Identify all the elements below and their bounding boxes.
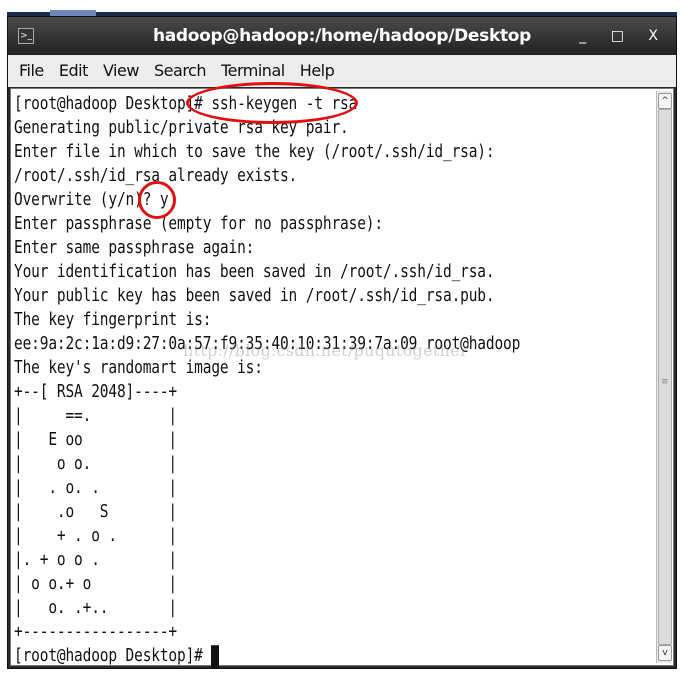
menu-bar: File Edit View Search Terminal Help: [8, 55, 676, 87]
cursor: [211, 644, 220, 668]
prompt-line[interactable]: [root@hadoop Desktop]#: [14, 642, 520, 671]
scrollbar[interactable]: ^ v: [656, 91, 672, 663]
scroll-up-icon[interactable]: ^: [658, 93, 672, 109]
title-bar[interactable]: >_ hadoop@hadoop:/home/hadoop/Desktop _ …: [8, 17, 676, 55]
menu-edit[interactable]: Edit: [59, 61, 88, 80]
annotation-circle-command: [186, 82, 358, 124]
scrollbar-thumb[interactable]: [658, 109, 672, 645]
menu-terminal[interactable]: Terminal: [221, 61, 285, 80]
menu-search[interactable]: Search: [154, 61, 206, 80]
terminal-output[interactable]: [root@hadoop Desktop]# ssh-keygen -t rsa…: [10, 88, 674, 668]
menu-file[interactable]: File: [19, 61, 44, 80]
watermark: http://blog.csdn.net/puqutogether: [183, 341, 468, 360]
scroll-down-icon[interactable]: v: [658, 645, 672, 661]
menu-view[interactable]: View: [103, 61, 139, 80]
menu-help[interactable]: Help: [300, 61, 335, 80]
minimize-button[interactable]: _: [579, 28, 596, 44]
terminal-icon: >_: [18, 28, 34, 44]
annotation-circle-y: [138, 181, 176, 219]
prompt: [root@hadoop Desktop]#: [14, 646, 212, 666]
window-title: hadoop@hadoop:/home/hadoop/Desktop: [152, 26, 532, 46]
close-button[interactable]: X: [648, 28, 668, 44]
maximize-button[interactable]: □: [611, 28, 634, 44]
